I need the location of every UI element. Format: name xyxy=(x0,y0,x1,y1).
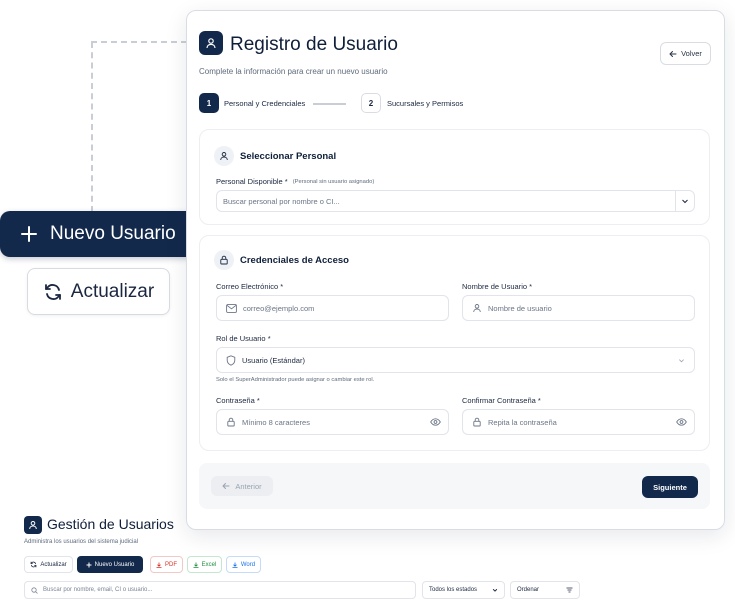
refresh-icon xyxy=(30,561,37,568)
personal-field-label-row: Personal Disponible * (Personal sin usua… xyxy=(216,177,374,186)
new-user-button[interactable]: Nuevo Usuario xyxy=(77,556,143,573)
role-hint: Solo el SuperAdministrador puede asignar… xyxy=(216,377,375,383)
eye-icon[interactable] xyxy=(430,418,441,426)
page-subtitle: Administra los usuarios del sistema judi… xyxy=(24,539,139,545)
modal-subtitle: Complete la información para crear un nu… xyxy=(199,67,388,76)
word-label: Word xyxy=(240,561,256,568)
section-title: Credenciales de Acceso xyxy=(240,255,349,266)
password-label: Contraseña * xyxy=(216,396,260,405)
status-filter-select[interactable]: Todos los estados xyxy=(422,581,505,599)
confirm-input-wrap: Repita la contraseña xyxy=(472,417,557,427)
refresh-label: Actualizar xyxy=(40,561,67,568)
username-label: Nombre de Usuario * xyxy=(462,282,533,291)
refresh-icon xyxy=(43,282,63,302)
lock-icon xyxy=(472,417,482,427)
username-field[interactable]: Nombre de usuario xyxy=(462,295,695,321)
role-value-wrap: Usuario (Estándar) xyxy=(226,354,305,366)
password-placeholder: Mínimo 8 caracteres xyxy=(242,417,310,427)
export-excel-button[interactable]: Excel xyxy=(187,556,222,573)
personal-search-select[interactable]: Buscar personal por nombre o CI... xyxy=(216,190,695,212)
section-title: Seleccionar Personal xyxy=(240,151,337,162)
plus-icon xyxy=(20,225,38,243)
step-1-label: Personal y Credenciales xyxy=(224,99,306,108)
mail-icon xyxy=(226,303,237,313)
user-icon xyxy=(472,303,482,313)
confirm-password-placeholder: Repita la contraseña xyxy=(488,417,557,427)
new-user-label: Nuevo Usuario xyxy=(94,561,135,568)
password-field[interactable]: Mínimo 8 caracteres xyxy=(216,409,449,435)
export-pdf-button[interactable]: PDF xyxy=(150,556,183,573)
step-1-badge: 1 xyxy=(199,93,219,113)
role-label: Rol de Usuario * xyxy=(216,334,271,343)
user-icon xyxy=(24,516,42,534)
search-icon xyxy=(31,586,38,594)
credentials-section: Credenciales de Acceso Correo Electrónic… xyxy=(199,235,710,451)
modal-title: Registro de Usuario xyxy=(230,34,398,55)
previous-button[interactable]: Anterior xyxy=(211,476,273,496)
download-icon xyxy=(232,562,238,568)
user-search-input[interactable]: Buscar por nombre, email, CI o usuario..… xyxy=(24,581,416,599)
pdf-label: PDF xyxy=(165,561,177,568)
shield-icon xyxy=(226,354,236,366)
chevron-down-icon[interactable] xyxy=(675,191,694,211)
excel-label: Excel xyxy=(201,561,217,568)
step-2-label: Sucursales y Permisos xyxy=(387,99,464,108)
select-personal-section: Seleccionar Personal Personal Disponible… xyxy=(199,129,710,225)
plus-icon xyxy=(86,562,92,568)
status-filter-value: Todos los estados xyxy=(429,587,478,593)
sort-label: Ordenar xyxy=(517,587,540,593)
back-button[interactable]: Volver xyxy=(660,42,711,65)
download-icon xyxy=(156,562,162,568)
step-connector xyxy=(313,103,346,105)
modal-footer: Anterior Siguiente xyxy=(199,463,710,509)
lock-icon xyxy=(214,250,234,270)
page-title: Gestión de Usuarios xyxy=(47,516,174,532)
email-label: Correo Electrónico * xyxy=(216,282,284,291)
zoomed-refresh-button[interactable]: Actualizar xyxy=(27,268,170,315)
previous-label: Anterior xyxy=(235,481,262,491)
personal-search-placeholder: Buscar personal por nombre o CI... xyxy=(223,196,340,206)
user-registration-modal: Registro de Usuario Complete la informac… xyxy=(186,10,725,530)
username-placeholder: Nombre de usuario xyxy=(488,303,552,313)
zoomed-new-user-button[interactable]: Nuevo Usuario xyxy=(0,211,198,257)
search-placeholder: Buscar por nombre, email, CI o usuario..… xyxy=(43,587,153,593)
personal-field-hint: (Personal sin usuario asignado) xyxy=(292,178,375,185)
back-label: Volver xyxy=(681,49,702,58)
email-field[interactable]: correo@ejemplo.com xyxy=(216,295,449,321)
user-icon xyxy=(214,146,234,166)
chevron-down-icon xyxy=(678,357,685,364)
export-word-button[interactable]: Word xyxy=(226,556,261,573)
personal-field-label: Personal Disponible * xyxy=(216,177,288,186)
zoomed-new-user-label: Nuevo Usuario xyxy=(50,223,176,244)
role-select[interactable]: Usuario (Estándar) xyxy=(216,347,695,373)
step-2-badge: 2 xyxy=(361,93,381,113)
role-value: Usuario (Estándar) xyxy=(242,355,305,365)
password-input-wrap: Mínimo 8 caracteres xyxy=(226,417,310,427)
sort-select[interactable]: Ordenar xyxy=(510,581,580,599)
connector-line-horizontal xyxy=(91,41,187,43)
lock-icon xyxy=(226,417,236,427)
connector-line-vertical xyxy=(91,42,93,212)
zoomed-refresh-label: Actualizar xyxy=(70,280,155,302)
eye-icon[interactable] xyxy=(676,418,687,426)
email-placeholder: correo@ejemplo.com xyxy=(243,303,315,313)
sort-icon xyxy=(566,587,573,593)
chevron-down-icon xyxy=(492,587,498,593)
download-icon xyxy=(193,562,199,568)
user-icon xyxy=(199,31,223,55)
next-button[interactable]: Siguiente xyxy=(642,476,698,498)
refresh-button[interactable]: Actualizar xyxy=(24,556,73,573)
confirm-password-label: Confirmar Contraseña * xyxy=(462,396,541,405)
arrow-left-icon xyxy=(222,482,230,490)
arrow-left-icon xyxy=(669,50,677,58)
confirm-password-field[interactable]: Repita la contraseña xyxy=(462,409,695,435)
